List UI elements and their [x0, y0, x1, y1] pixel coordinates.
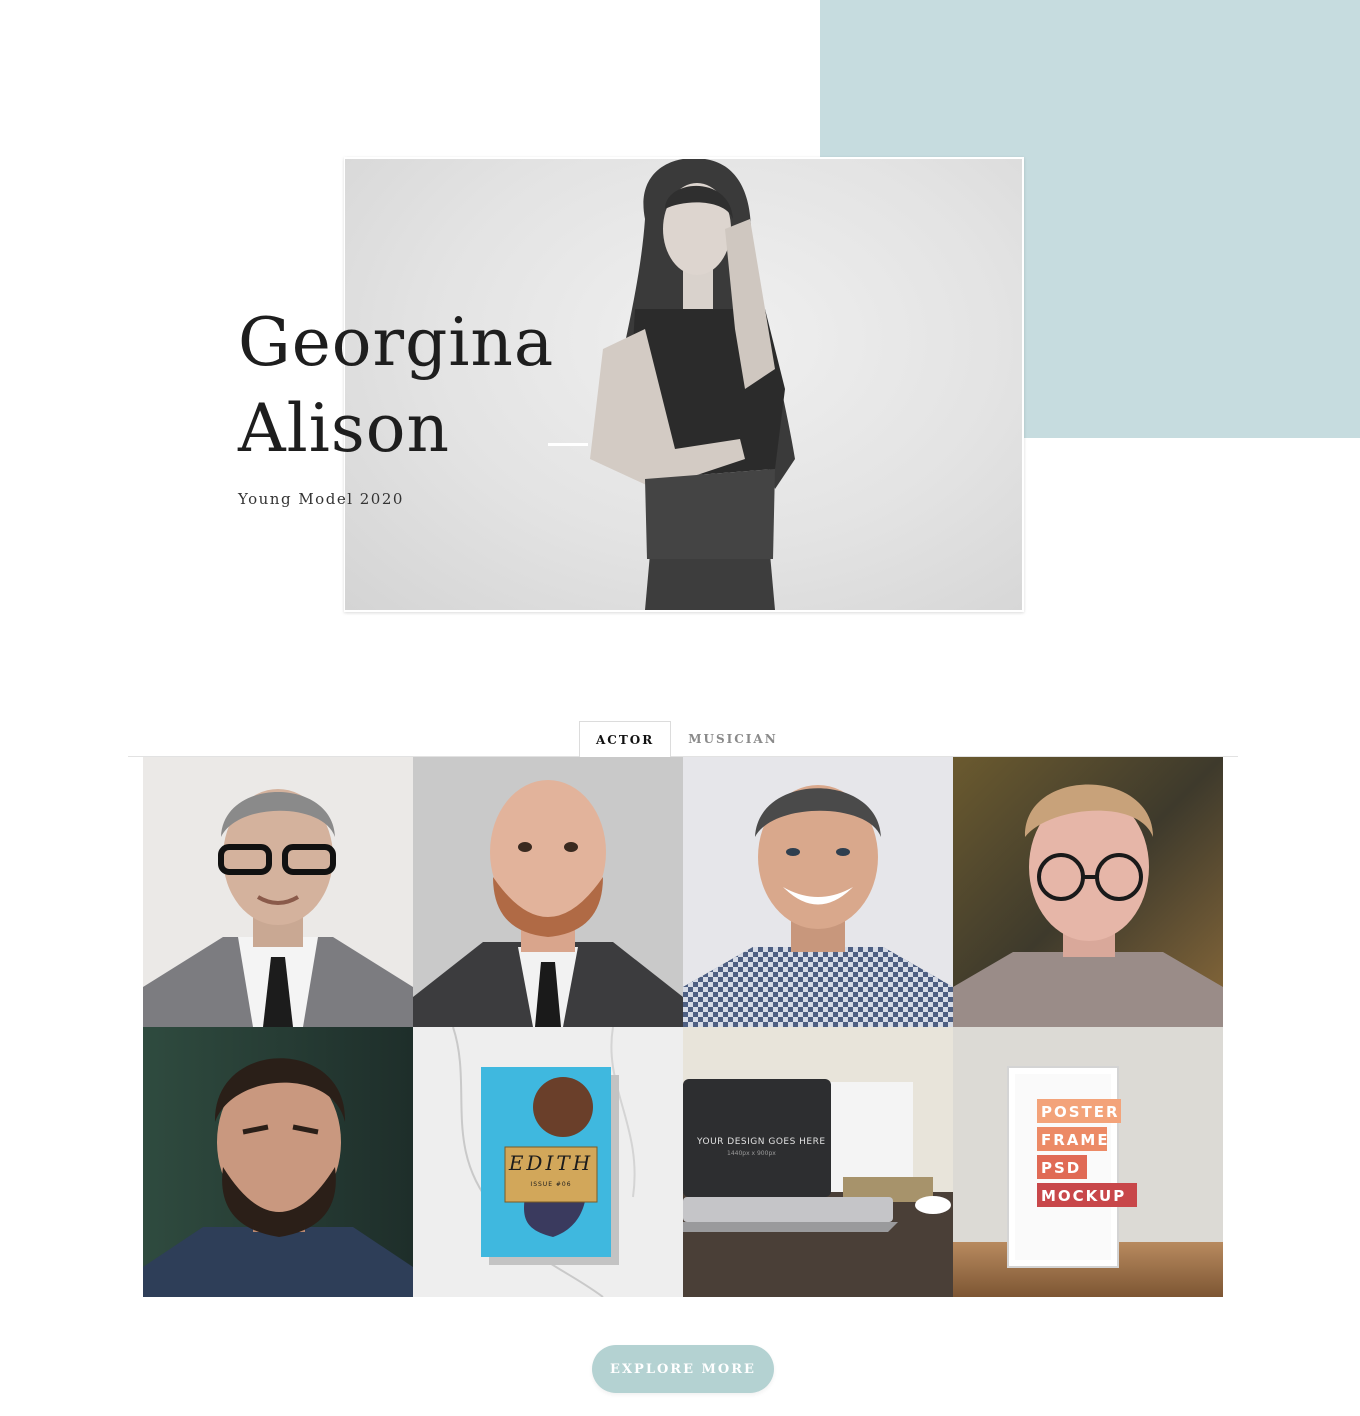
hero-first-name: Georgina — [238, 304, 555, 381]
poster-line-2: FRAME — [1041, 1131, 1110, 1149]
hero-title: Georgina Alison — [238, 300, 554, 472]
gallery-item[interactable] — [143, 757, 413, 1027]
bald-man-suit-image — [413, 757, 683, 1027]
gallery-item[interactable] — [953, 757, 1223, 1027]
gallery-item[interactable] — [683, 757, 953, 1027]
laptop-mockup-image — [683, 1027, 953, 1297]
man-glasses-suit-image — [143, 757, 413, 1027]
tab-actor[interactable]: ACTOR — [579, 721, 672, 757]
magazine-issue: ISSUE #06 — [530, 1181, 572, 1188]
gallery-grid: EDITH ISSUE #06 YOUR DESIGN GOES HERE 14… — [143, 757, 1223, 1297]
laptop-screen-text: YOUR DESIGN GOES HERE — [697, 1137, 826, 1147]
magazine-title: EDITH — [508, 1151, 594, 1175]
hero-dash-decoration — [548, 443, 588, 446]
smiling-man-image — [683, 757, 953, 1027]
hero-subtitle: Young Model 2020 — [238, 490, 404, 508]
hero-last-name: Alison — [238, 390, 450, 467]
gallery-item[interactable]: POSTER FRAME PSD MOCKUP — [953, 1027, 1223, 1297]
poster-line-1: POSTER — [1041, 1103, 1120, 1121]
poster-frame-image — [953, 1027, 1223, 1297]
gallery-item[interactable]: EDITH ISSUE #06 — [413, 1027, 683, 1297]
gallery-item[interactable] — [413, 757, 683, 1027]
young-man-glasses-image — [953, 757, 1223, 1027]
gallery-item[interactable] — [143, 1027, 413, 1297]
poster-line-4: MOCKUP — [1041, 1187, 1127, 1205]
tab-musician[interactable]: MUSICIAN — [671, 721, 794, 756]
laptop-screen-subtext: 1440px x 900px — [727, 1150, 776, 1157]
category-tabs: ACTOR MUSICIAN — [579, 721, 795, 757]
bearded-man-image — [143, 1027, 413, 1297]
gallery-item[interactable]: YOUR DESIGN GOES HERE 1440px x 900px — [683, 1027, 953, 1297]
explore-more-button[interactable]: EXPLORE MORE — [592, 1345, 774, 1393]
poster-line-3: PSD — [1041, 1159, 1082, 1177]
